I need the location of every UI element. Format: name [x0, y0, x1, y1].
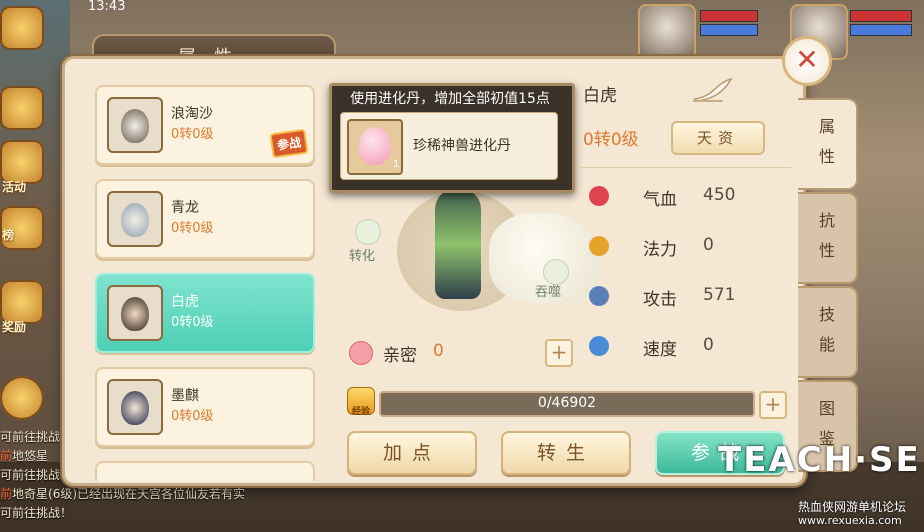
watermark-logo: TEACH·SE [718, 440, 921, 480]
pet-name: 青龙 [171, 200, 199, 216]
activity-label: 活动 [2, 180, 27, 194]
add-intimacy-button[interactable]: + [545, 339, 573, 367]
exp-bar: 0/46902 [379, 391, 755, 417]
quest-button[interactable] [0, 86, 44, 130]
sword-icon [589, 286, 609, 306]
stat-label: 速度 [643, 340, 677, 360]
pet-list-item-白虎[interactable]: 白虎 0转0级 [95, 273, 315, 353]
pet-list-item-浪淘沙[interactable]: 浪淘沙 0转0级 参战 [95, 85, 315, 165]
stat-label: 气血 [643, 190, 677, 210]
exp-text: 0/46902 [537, 395, 597, 411]
pet-attribute-panel: 浪淘沙 0转0级 参战 青龙 0转0级 白虎 0转0级 墨麒 0转0级 转化 吞… [62, 56, 806, 486]
stat-value: 0 [703, 235, 714, 255]
character-model [435, 189, 481, 299]
tooltip-title: 使用进化丹，增加全部初值15点 [350, 91, 550, 107]
player-portrait[interactable] [638, 4, 696, 60]
tab-label: 技能 [818, 305, 835, 354]
tab-attributes[interactable]: 属性 [798, 98, 858, 190]
selected-pet-name: 白虎 [583, 86, 617, 106]
pet-name: 浪淘沙 [171, 106, 213, 122]
watermark-site: 热血侠网游单机论坛 [798, 500, 907, 514]
reward-label: 奖励 [2, 320, 27, 334]
pet-list-item-墨麒[interactable]: 墨麒 0转0级 [95, 367, 315, 447]
site-watermark: TEACH·SE 热血侠网游单机论坛 www.rexuexia.com [718, 440, 924, 532]
rename-quill-icon[interactable] [693, 77, 733, 103]
tab-skills[interactable]: 技能 [798, 286, 858, 378]
chat-line: 前地奇星(6级)已经出现在天宫各位仙友若有实 [0, 487, 246, 501]
mana-icon [589, 236, 609, 256]
clock: 13:43 [88, 0, 126, 14]
tab-resistance[interactable]: 抗性 [798, 192, 858, 284]
pet-list-item-partial[interactable] [95, 461, 315, 481]
pet-list-item-青龙[interactable]: 青龙 0转0级 [95, 179, 315, 259]
stat-value: 571 [703, 285, 736, 305]
stat-label: 法力 [643, 240, 677, 260]
pet-hp-bar [850, 10, 912, 22]
pet-level: 0转0级 [171, 221, 214, 236]
pet-level: 0转0级 [171, 409, 214, 424]
add-exp-button[interactable]: + [759, 391, 787, 419]
intimacy-label: 亲密 [383, 346, 417, 366]
add-points-button[interactable]: 加点 [347, 431, 477, 475]
pet-avatar [107, 285, 163, 341]
rebirth-button[interactable]: 转生 [501, 431, 631, 475]
close-icon[interactable]: ✕ [782, 36, 832, 86]
evolution-pill-icon: 1 [347, 119, 403, 175]
item-name: 珍稀神兽进化丹 [413, 138, 511, 154]
player-hp-bar [700, 10, 758, 22]
exp-badge-icon: 经验 [347, 387, 375, 417]
stat-value: 450 [703, 185, 736, 205]
divider [581, 167, 791, 168]
evolution-pill-item[interactable]: 1 珍稀神兽进化丹 [340, 112, 558, 180]
tab-label: 属性 [818, 117, 835, 166]
player-mp-bar [700, 24, 758, 36]
map-button[interactable] [0, 6, 44, 50]
pet-model-area: 转化 吞噬 [339, 173, 599, 333]
chat-bubble-icon[interactable] [0, 376, 44, 420]
pet-list[interactable]: 浪淘沙 0转0级 参战 青龙 0转0级 白虎 0转0级 墨麒 0转0级 [89, 81, 321, 481]
pet-level: 0转0级 [171, 315, 214, 330]
intimacy-value: 0 [433, 341, 444, 361]
pet-detail: 转化 吞噬 白虎 0转0级 天资 气血 450 法力 0 攻击 571 速度 0… [329, 73, 797, 477]
talent-button[interactable]: 天资 [671, 121, 765, 155]
heart-icon [589, 186, 609, 206]
stat-label: 攻击 [643, 290, 677, 310]
pet-mp-bar [850, 24, 912, 36]
tab-label: 抗性 [818, 211, 835, 260]
pet-avatar [107, 97, 163, 153]
pet-name: 墨麒 [171, 388, 199, 404]
pet-name: 白虎 [171, 294, 199, 310]
stat-value: 0 [703, 335, 714, 355]
transform-icon[interactable] [355, 219, 381, 245]
pet-level: 0转0级 [171, 127, 214, 142]
ranking-label: 榜 [2, 228, 15, 242]
intimacy-icon [349, 341, 373, 365]
rebirth-level: 0转0级 [583, 130, 639, 150]
pet-avatar [107, 379, 163, 435]
pet-avatar [107, 191, 163, 247]
in-battle-badge: 参战 [269, 128, 309, 159]
chat-line: 可前往挑战！ [0, 506, 73, 520]
evolution-pill-tooltip: 使用进化丹，增加全部初值15点 1 珍稀神兽进化丹 [329, 83, 575, 193]
speed-icon [589, 336, 609, 356]
devour-label[interactable]: 吞噬 [535, 281, 561, 300]
item-count: 1 [393, 159, 400, 170]
transform-label[interactable]: 转化 [349, 245, 375, 264]
watermark-url: www.rexuexia.com [798, 514, 902, 527]
